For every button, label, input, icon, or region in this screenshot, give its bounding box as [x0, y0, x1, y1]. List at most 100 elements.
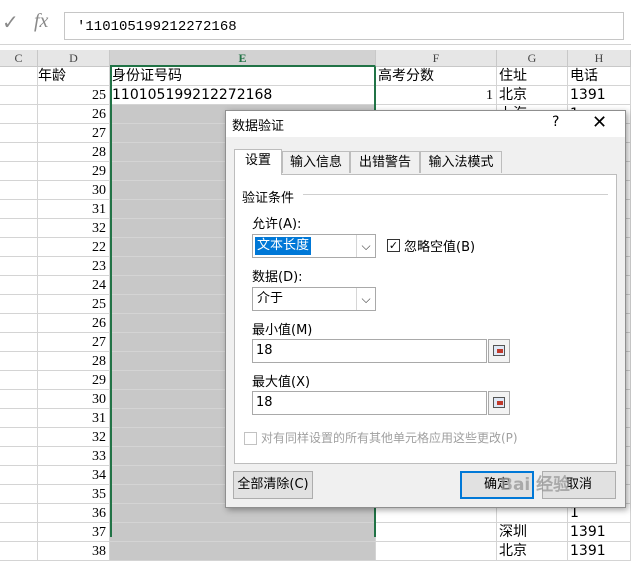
close-icon[interactable]: ✕ — [592, 112, 607, 133]
tab-ime-mode[interactable]: 输入法模式 — [420, 151, 502, 173]
data-select[interactable]: 介于 ⌵ — [252, 287, 376, 311]
help-icon[interactable]: ? — [552, 114, 559, 130]
age-cell[interactable]: 38 — [38, 542, 110, 561]
cell[interactable] — [0, 371, 38, 390]
cell[interactable] — [0, 276, 38, 295]
age-cell[interactable]: 31 — [38, 200, 110, 219]
id-cell[interactable] — [110, 542, 376, 561]
cell[interactable] — [0, 162, 38, 181]
tab-error-alert[interactable]: 出错警告 — [350, 151, 420, 173]
apply-all-checkbox[interactable] — [244, 432, 257, 445]
cell[interactable] — [0, 352, 38, 371]
column-header-e[interactable]: E — [110, 50, 376, 67]
column-header-h[interactable]: H — [568, 50, 631, 67]
cell[interactable] — [0, 86, 38, 105]
age-cell[interactable]: 29 — [38, 162, 110, 181]
cell[interactable] — [0, 542, 38, 561]
age-cell[interactable]: 28 — [38, 352, 110, 371]
score-cell[interactable] — [376, 542, 497, 561]
cell[interactable] — [0, 409, 38, 428]
cell[interactable] — [0, 466, 38, 485]
cell[interactable] — [0, 314, 38, 333]
cell[interactable] — [0, 390, 38, 409]
age-cell[interactable]: 23 — [38, 257, 110, 276]
data-value: 介于 — [257, 291, 284, 306]
cell[interactable] — [0, 200, 38, 219]
age-cell[interactable]: 34 — [38, 466, 110, 485]
age-cell[interactable]: 25 — [38, 86, 110, 105]
min-input[interactable]: 18 — [252, 339, 487, 363]
allow-select[interactable]: 文本长度 ⌵ — [252, 234, 376, 258]
age-cell[interactable]: 26 — [38, 314, 110, 333]
id-cell[interactable]: 110105199212272168 — [110, 86, 376, 105]
age-cell[interactable]: 35 — [38, 485, 110, 504]
age-cell[interactable]: 22 — [38, 238, 110, 257]
max-input[interactable]: 18 — [252, 391, 487, 415]
cell[interactable] — [0, 67, 38, 86]
formula-input[interactable]: '110105199212272168 — [64, 12, 624, 40]
phone-cell[interactable]: 1391 — [568, 523, 631, 542]
column-header-d[interactable]: D — [38, 50, 110, 67]
range-select-icon[interactable] — [488, 339, 510, 363]
header-score[interactable]: 高考分数 — [376, 67, 497, 86]
fx-icon[interactable]: fx — [34, 10, 48, 33]
age-cell[interactable]: 28 — [38, 143, 110, 162]
cell[interactable] — [0, 523, 38, 542]
age-cell[interactable]: 25 — [38, 295, 110, 314]
age-cell[interactable]: 36 — [38, 504, 110, 523]
header-age[interactable]: 年龄 — [38, 67, 110, 86]
age-cell[interactable]: 24 — [38, 276, 110, 295]
age-cell[interactable]: 30 — [38, 181, 110, 200]
validation-criteria-label: 验证条件 — [242, 191, 295, 206]
age-cell[interactable]: 32 — [38, 219, 110, 238]
header-phone[interactable]: 电话 — [568, 67, 631, 86]
id-cell[interactable] — [110, 523, 376, 542]
age-cell[interactable]: 27 — [38, 124, 110, 143]
column-header-g[interactable]: G — [497, 50, 568, 67]
phone-cell[interactable]: 1391 — [568, 542, 631, 561]
allow-label: 允许(A): — [252, 217, 302, 232]
watermark: Bai 经验 — [500, 475, 571, 495]
cell[interactable] — [0, 105, 38, 124]
cell[interactable] — [0, 219, 38, 238]
age-cell[interactable]: 32 — [38, 428, 110, 447]
address-cell[interactable]: 北京 — [497, 542, 568, 561]
cell[interactable] — [0, 143, 38, 162]
cell[interactable] — [0, 485, 38, 504]
clear-all-button[interactable]: 全部清除(C) — [233, 471, 313, 499]
header-id[interactable]: 身份证号码 — [110, 67, 376, 86]
tab-input-message[interactable]: 输入信息 — [282, 151, 350, 173]
phone-cell[interactable]: 1391 — [568, 86, 631, 105]
age-cell[interactable]: 29 — [38, 371, 110, 390]
cell[interactable] — [0, 257, 38, 276]
column-header-c[interactable]: C — [0, 50, 38, 67]
formula-bar: ✓ fx '110105199212272168 — [0, 0, 631, 45]
cell[interactable] — [0, 181, 38, 200]
score-cell[interactable] — [376, 523, 497, 542]
cell[interactable] — [0, 447, 38, 466]
ignore-blank-checkbox[interactable]: ✓ — [387, 239, 400, 252]
age-cell[interactable]: 26 — [38, 105, 110, 124]
score-cell[interactable]: 1 — [376, 86, 497, 105]
header-address[interactable]: 住址 — [497, 67, 568, 86]
age-cell[interactable]: 30 — [38, 390, 110, 409]
ignore-blank-label[interactable]: 忽略空值(B) — [404, 236, 475, 255]
tab-settings[interactable]: 设置 — [234, 149, 282, 175]
age-cell[interactable]: 37 — [38, 523, 110, 542]
dialog-titlebar[interactable]: 数据验证 ? ✕ — [226, 111, 625, 137]
address-cell[interactable]: 深圳 — [497, 523, 568, 542]
cell[interactable] — [0, 333, 38, 352]
address-cell[interactable]: 北京 — [497, 86, 568, 105]
age-cell[interactable]: 31 — [38, 409, 110, 428]
cell[interactable] — [0, 124, 38, 143]
range-select-icon[interactable] — [488, 391, 510, 415]
cell[interactable] — [0, 504, 38, 523]
cell[interactable] — [0, 428, 38, 447]
check-icon[interactable]: ✓ — [2, 10, 19, 34]
column-header-f[interactable]: F — [376, 50, 497, 67]
cell[interactable] — [0, 238, 38, 257]
dialog-title: 数据验证 — [232, 119, 285, 134]
age-cell[interactable]: 33 — [38, 447, 110, 466]
cell[interactable] — [0, 295, 38, 314]
age-cell[interactable]: 27 — [38, 333, 110, 352]
